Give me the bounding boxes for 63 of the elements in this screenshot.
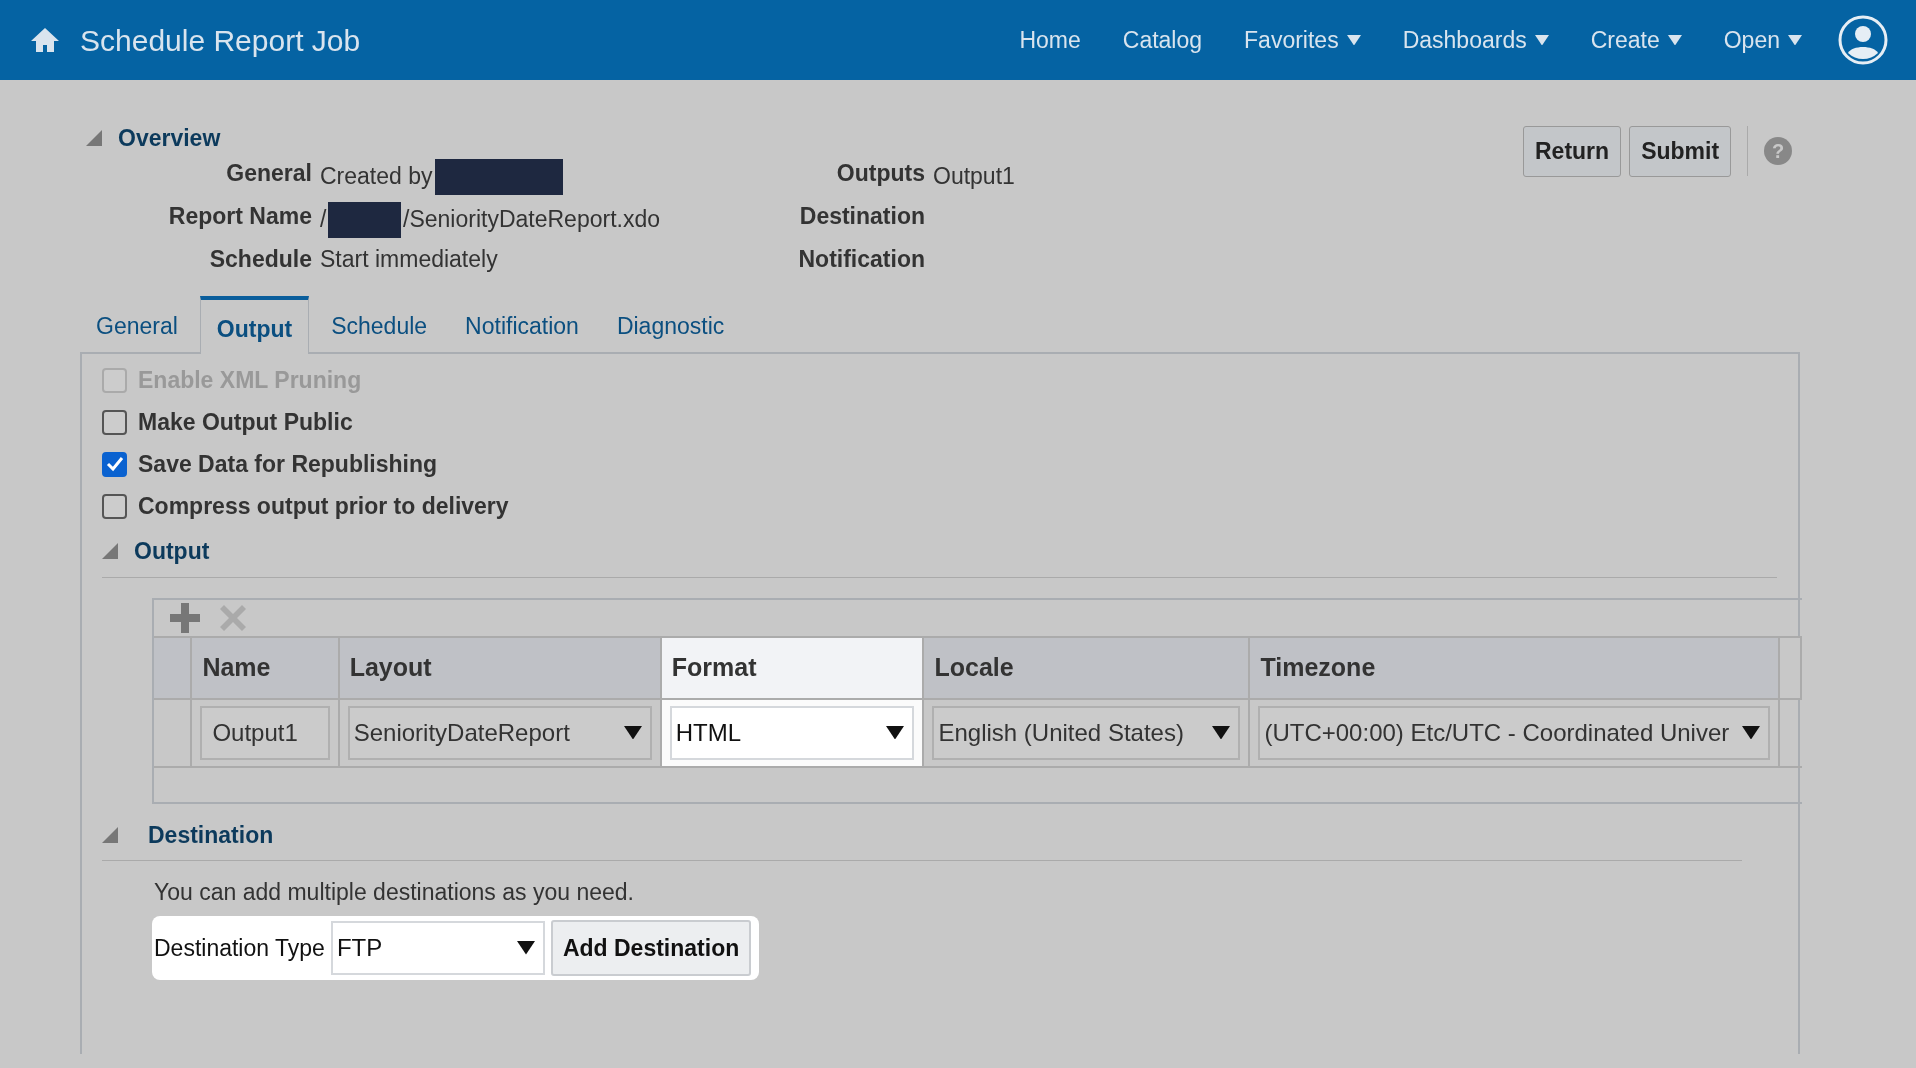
column-header: Format bbox=[661, 635, 925, 698]
caret-icon bbox=[1742, 725, 1760, 740]
caret-icon bbox=[1667, 34, 1682, 46]
field-value: Start immediately bbox=[320, 244, 498, 274]
nav-link[interactable]: Catalog bbox=[1122, 22, 1203, 58]
home-icon[interactable] bbox=[30, 26, 60, 54]
checkbox-label: Save Data for Republishing bbox=[138, 450, 438, 478]
checkbox-label: Compress output prior to delivery bbox=[138, 492, 509, 520]
field-value: / bbox=[320, 205, 327, 235]
field-label: Destination bbox=[798, 201, 926, 231]
action-button[interactable]: Return bbox=[1523, 126, 1622, 177]
section-title: Overview bbox=[118, 124, 221, 153]
collapse-triangle-icon[interactable] bbox=[102, 543, 118, 560]
action-button[interactable]: Submit bbox=[1629, 126, 1732, 177]
add-icon[interactable] bbox=[168, 600, 202, 635]
caret-icon bbox=[886, 725, 905, 740]
column-header: Locale bbox=[924, 635, 1251, 698]
field-value: Created by bbox=[320, 162, 433, 192]
field-label: Schedule bbox=[208, 244, 313, 274]
dropdown-select[interactable]: (UTC+00:00) Etc/UTC - Coordinated Univer bbox=[1258, 705, 1770, 760]
destination-type-select[interactable]: FTP bbox=[330, 920, 545, 975]
nav-link[interactable]: Create bbox=[1590, 22, 1682, 58]
name-field[interactable]: Output1 bbox=[200, 705, 330, 760]
section-title: Destination bbox=[148, 820, 274, 850]
checkbox-label: Make Output Public bbox=[138, 408, 353, 436]
hint-text: You can add multiple destinations as you need. bbox=[154, 878, 635, 907]
dropdown-select[interactable]: HTML bbox=[669, 705, 915, 760]
caret-icon bbox=[1534, 34, 1549, 46]
section-title: Output bbox=[134, 537, 210, 566]
tab[interactable]: General bbox=[80, 295, 194, 352]
nav-link[interactable]: Open bbox=[1723, 22, 1802, 58]
caret-icon bbox=[1788, 34, 1802, 46]
caret-icon bbox=[516, 941, 535, 955]
field-label: General bbox=[225, 158, 313, 188]
field-label: Notification bbox=[797, 244, 926, 274]
avatar-icon[interactable] bbox=[1838, 15, 1888, 65]
checkbox[interactable] bbox=[102, 493, 127, 519]
tab[interactable]: Diagnostic bbox=[600, 295, 741, 352]
field-label: Destination Type bbox=[154, 933, 325, 963]
dropdown-select[interactable]: SeniorityDateReport bbox=[347, 705, 652, 760]
column-header: Layout bbox=[339, 635, 662, 698]
checkbox[interactable] bbox=[102, 451, 127, 477]
field-value: /SeniorityDateReport.xdo bbox=[403, 205, 660, 235]
collapse-triangle-icon[interactable] bbox=[86, 130, 102, 147]
caret-icon bbox=[1212, 725, 1231, 740]
checkbox[interactable] bbox=[102, 409, 127, 435]
nav-link[interactable]: Home bbox=[1019, 22, 1081, 58]
page-title: Schedule Report Job bbox=[80, 22, 361, 59]
column-header: Timezone bbox=[1250, 635, 1780, 698]
add-destination-button[interactable]: Add Destination bbox=[550, 919, 752, 976]
tab[interactable]: Notification bbox=[449, 295, 595, 352]
column-header: Name bbox=[192, 635, 340, 698]
dropdown-select[interactable]: English (United States) bbox=[932, 705, 1241, 760]
caret-icon bbox=[623, 725, 642, 740]
field-label: Outputs bbox=[835, 158, 926, 188]
field-value: Output1 bbox=[933, 162, 1015, 192]
caret-icon bbox=[1346, 34, 1361, 46]
nav-link[interactable]: Dashboards bbox=[1402, 22, 1549, 58]
field-label: Report Name bbox=[167, 201, 313, 231]
tab[interactable]: Schedule bbox=[315, 295, 444, 352]
tab[interactable]: Output bbox=[199, 295, 310, 354]
nav-link[interactable]: Favorites bbox=[1244, 22, 1361, 58]
collapse-triangle-icon[interactable] bbox=[102, 826, 118, 843]
